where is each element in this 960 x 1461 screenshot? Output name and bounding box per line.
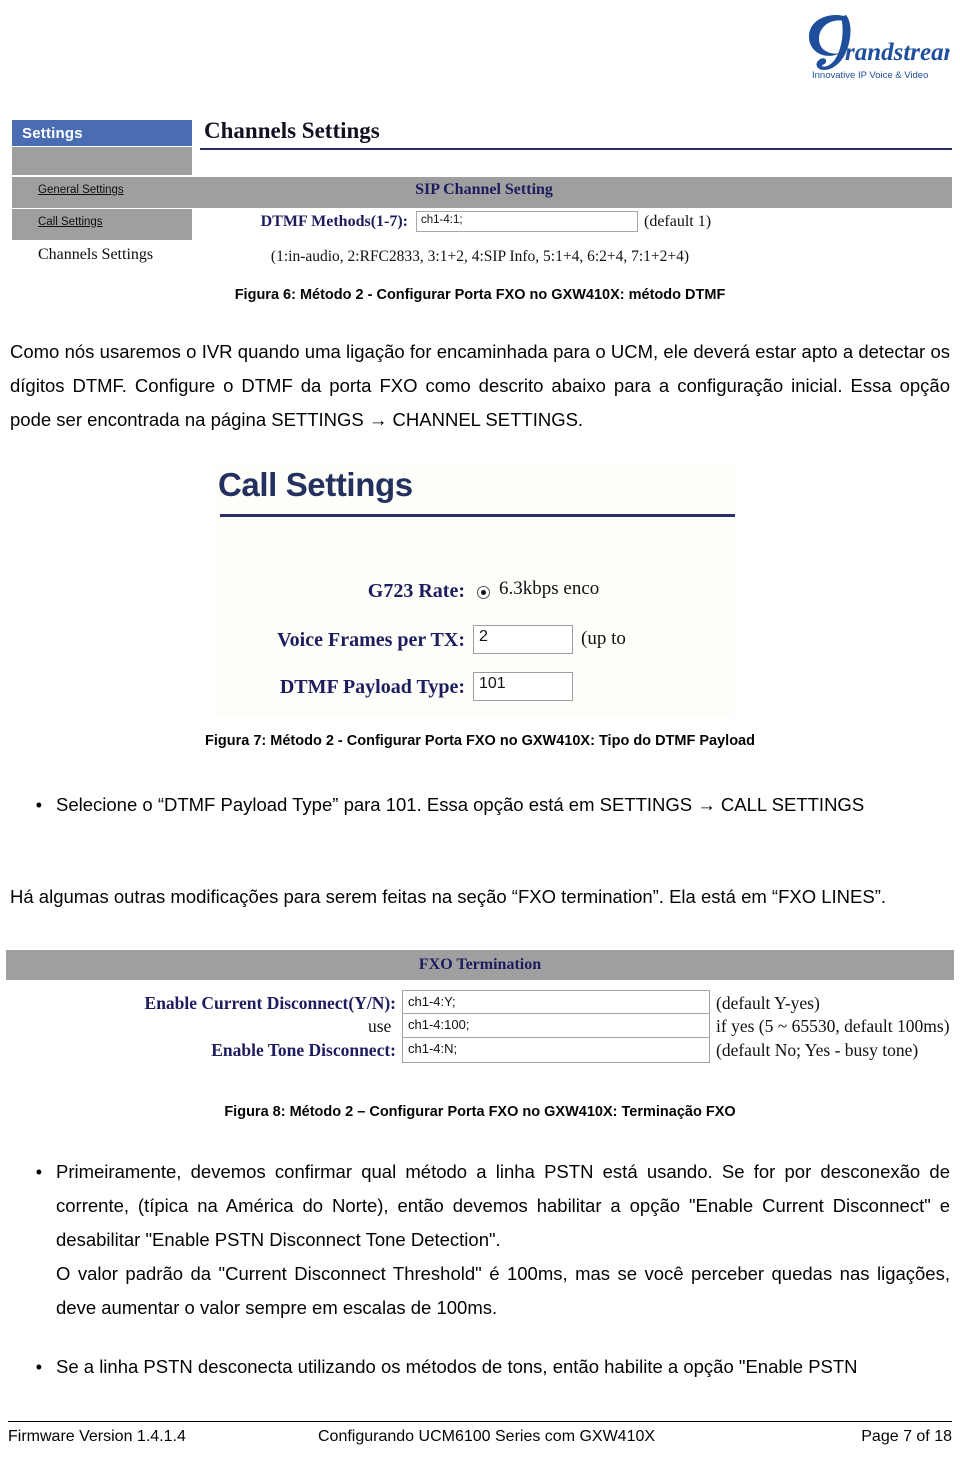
bullet-marker: • bbox=[35, 1162, 42, 1182]
current-disconnect-threshold-input[interactable]: ch1-4:100; bbox=[402, 1013, 710, 1039]
bullet-pstn-method: • Primeiramente, devemos confirmar qual … bbox=[10, 1155, 950, 1257]
grandstream-logo-icon: randstream Innovative IP Voice & Video bbox=[808, 14, 950, 81]
sip-channel-setting-header: SIP Channel Setting bbox=[415, 181, 553, 198]
figure6-screenshot: Settings Channels Settings SIP Channel S… bbox=[8, 118, 952, 280]
dtmf-payload-type-label: DTMF Payload Type: bbox=[279, 676, 465, 698]
caption-figure6: Figura 6: Método 2 - Configurar Porta FX… bbox=[234, 287, 726, 303]
dtmf-methods-label: DTMF Methods(1-7): bbox=[260, 213, 408, 230]
paragraph-disconnect-threshold: O valor padrão da "Current Disconnect Th… bbox=[56, 1263, 950, 1318]
enable-tone-disconnect-label: Enable Tone Disconnect: bbox=[211, 1040, 396, 1060]
voice-frames-input[interactable]: 2 bbox=[473, 625, 573, 654]
caption-figure8: Figura 8: Método 2 – Configurar Porta FX… bbox=[224, 1104, 736, 1120]
footer-firmware-version: Firmware Version 1.4.1.4 bbox=[8, 1428, 186, 1445]
sidebar-item-general-settings[interactable]: General Settings bbox=[38, 184, 124, 196]
page-footer: Firmware Version 1.4.1.4 Configurando UC… bbox=[8, 1428, 952, 1452]
paragraph-intro-dtmf: Como nós usaremos o IVR quando uma ligaç… bbox=[10, 341, 950, 430]
enable-tone-disconnect-input[interactable]: ch1-4:N; bbox=[402, 1037, 710, 1063]
fxo-termination-title: FXO Termination bbox=[418, 956, 542, 973]
dtmf-methods-hint: (default 1) bbox=[644, 213, 712, 230]
page-title: Channels Settings bbox=[204, 118, 380, 143]
enable-current-disconnect-hint: (default Y-yes) bbox=[716, 993, 820, 1013]
bullet-pstn-tone-text: Se a linha PSTN desconecta utilizando os… bbox=[56, 1356, 858, 1377]
sidebar-spacer bbox=[12, 147, 192, 175]
current-disconnect-threshold-hint: if yes (5 ~ 65530, default 100ms) bbox=[716, 1016, 950, 1036]
bullet-dtmf-payload-text: Selecione o “DTMF Payload Type” para 101… bbox=[56, 794, 865, 815]
dtmf-payload-type-input[interactable]: 101 bbox=[473, 672, 573, 701]
figure8-screenshot: FXO Termination Enable Current Disconnec… bbox=[6, 950, 954, 1092]
g723-rate-value: 6.3kbps enco bbox=[499, 578, 600, 599]
logo-tagline: Innovative IP Voice & Video bbox=[812, 70, 928, 81]
enable-current-disconnect-label: Enable Current Disconnect(Y/N): bbox=[144, 993, 396, 1013]
bullet-marker: • bbox=[35, 1357, 42, 1377]
call-settings-underline bbox=[220, 514, 735, 517]
footer-divider bbox=[8, 1421, 952, 1422]
title-underline bbox=[200, 148, 952, 150]
sidebar-item-call-settings[interactable]: Call Settings bbox=[38, 216, 103, 228]
settings-tab[interactable]: Settings bbox=[12, 120, 192, 146]
figure7-screenshot: Call Settings G723 Rate: 6.3kbps enco Vo… bbox=[215, 462, 735, 717]
current-disconnect-threshold-prefix: use bbox=[368, 1016, 392, 1036]
settings-tab-label: Settings bbox=[22, 124, 83, 142]
caption-figure7: Figura 7: Método 2 - Configurar Porta FX… bbox=[205, 733, 755, 749]
g723-rate-radio[interactable] bbox=[477, 586, 490, 599]
bullet-pstn-tone: • Se a linha PSTN desconecta utilizando … bbox=[10, 1350, 950, 1384]
fxo-termination-band: FXO Termination bbox=[6, 950, 954, 980]
footer-page-number: Page 7 of 18 bbox=[861, 1428, 952, 1445]
footer-document-title: Configurando UCM6100 Series com GXW410X bbox=[318, 1428, 656, 1445]
grandstream-logo: randstream Innovative IP Voice & Video bbox=[800, 8, 950, 86]
enable-tone-disconnect-hint: (default No; Yes - busy tone) bbox=[716, 1040, 919, 1060]
bullet-pstn-method-text: Primeiramente, devemos confirmar qual mé… bbox=[56, 1161, 950, 1250]
voice-frames-hint: (up to bbox=[581, 628, 626, 649]
call-settings-title: Call Settings bbox=[218, 466, 413, 503]
section-header-band: SIP Channel Setting bbox=[12, 177, 952, 208]
dtmf-methods-legend: (1:in-audio, 2:RFC2833, 3:1+2, 4:SIP Inf… bbox=[270, 248, 690, 265]
bullet-dtmf-payload: • Selecione o “DTMF Payload Type” para 1… bbox=[10, 788, 950, 822]
g723-rate-label: G723 Rate: bbox=[367, 580, 465, 602]
dtmf-methods-input[interactable]: ch1-4:1; bbox=[416, 211, 638, 232]
voice-frames-label: Voice Frames per TX: bbox=[277, 629, 465, 651]
logo-wordmark: randstream bbox=[845, 39, 950, 66]
paragraph-fxo-termination: Há algumas outras modificações para sere… bbox=[10, 886, 887, 907]
bullet-marker: • bbox=[35, 795, 42, 815]
